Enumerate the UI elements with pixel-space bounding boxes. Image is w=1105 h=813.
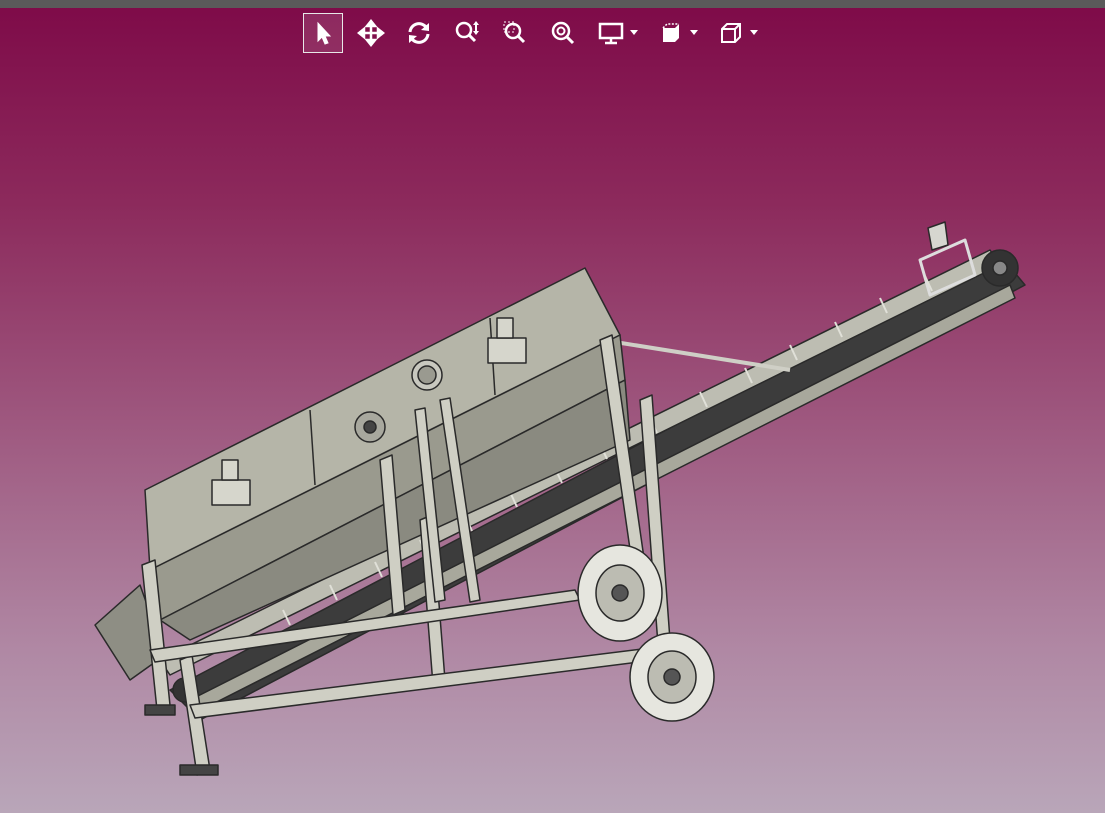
spring-mount-left [211, 479, 251, 506]
chevron-down-icon [690, 30, 698, 35]
section-view-icon [662, 23, 679, 42]
zoom-button[interactable] [447, 13, 487, 53]
conveyor-screen-model[interactable] [0, 0, 1105, 813]
display-mode-button[interactable] [591, 13, 631, 53]
zoom-fit-button[interactable] [543, 13, 583, 53]
zoom-fit-icon [551, 21, 575, 45]
3d-viewport[interactable] [0, 0, 1105, 813]
view-toolbar [303, 12, 771, 54]
view-orientation-button[interactable] [711, 13, 751, 53]
spring-mount-right [487, 337, 527, 364]
zoom-in-out-icon [455, 21, 479, 43]
section-view-button[interactable] [651, 13, 691, 53]
select-pointer-icon [317, 21, 332, 45]
rotate-icon [408, 22, 430, 44]
brace-rod [614, 340, 791, 372]
display-mode-icon [598, 22, 624, 45]
pan-move-icon [357, 19, 385, 47]
wheel-upper [577, 544, 663, 642]
zoom-window-icon [503, 21, 526, 44]
wheel-lower [629, 632, 715, 722]
chevron-down-icon [750, 30, 758, 35]
zoom-window-button[interactable] [495, 13, 535, 53]
view-cube-icon [721, 23, 741, 43]
rotate-button[interactable] [399, 13, 439, 53]
pan-button[interactable] [351, 13, 391, 53]
chevron-down-icon [630, 30, 638, 35]
select-button[interactable] [303, 13, 343, 53]
